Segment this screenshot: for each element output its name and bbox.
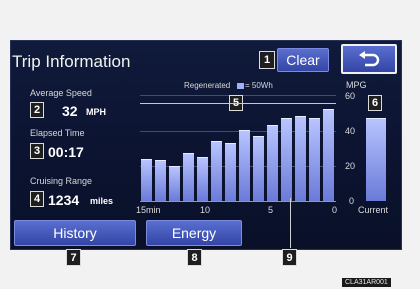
y-tick-0: 0 (349, 196, 355, 206)
legend-swatch (237, 83, 244, 89)
chart-bar (309, 117, 320, 201)
x-tick-10: 10 (200, 205, 211, 215)
chart-bar (141, 158, 152, 201)
cruising-range-label: Cruising Range (30, 176, 93, 186)
clear-button[interactable]: Clear (277, 48, 329, 72)
energy-button[interactable]: Energy (146, 220, 242, 246)
chart-bar (169, 165, 180, 201)
average-speed-label: Average Speed (30, 88, 92, 98)
current-bar-area (366, 95, 388, 202)
fuel-economy-chart (140, 95, 336, 202)
callout-marker-6: 6 (368, 95, 382, 111)
legend-unit: = 50Wh (245, 81, 273, 90)
x-tick-15min: 15min (136, 205, 161, 215)
average-speed-value: 32 (62, 103, 78, 119)
legend-regenerated: Regenerated (184, 81, 231, 90)
cruising-range-unit: miles (90, 196, 114, 206)
y-tick-20: 20 (345, 161, 356, 171)
chart-bar (281, 117, 292, 201)
callout-line-5 (140, 103, 336, 108)
gridline-40 (140, 130, 336, 132)
callout-marker-3: 3 (30, 143, 44, 159)
chart-bar (295, 116, 306, 201)
elapsed-time-value: 00:17 (48, 144, 84, 160)
callout-line-9 (290, 198, 291, 248)
chart-bar (183, 153, 194, 201)
cruising-range-value: 1234 (48, 192, 80, 208)
chart-bar (225, 142, 236, 201)
callout-marker-8: 8 (187, 249, 202, 266)
chart-bar (197, 156, 208, 201)
y-tick-40: 40 (345, 126, 356, 136)
average-speed-unit: MPH (86, 107, 106, 117)
current-label: Current (358, 205, 389, 215)
chart-bar (211, 140, 222, 201)
callout-marker-2: 2 (30, 102, 44, 118)
y-unit-label: MPG (346, 80, 367, 90)
chart-bar (253, 135, 264, 201)
chart-bar (239, 130, 250, 201)
callout-marker-1: 1 (259, 51, 275, 69)
figure-code: CLA31AR001 (342, 278, 391, 287)
callout-marker-9: 9 (282, 249, 297, 266)
callout-marker-7: 7 (66, 249, 81, 266)
page-title: Trip Information (12, 52, 131, 71)
callout-marker-4: 4 (30, 191, 44, 207)
current-bar (366, 117, 386, 201)
chart-bar (323, 109, 334, 201)
back-button[interactable] (341, 44, 397, 74)
history-button[interactable]: History (14, 220, 136, 246)
chart-bar (267, 125, 278, 201)
x-tick-0: 0 (332, 205, 338, 215)
elapsed-time-label: Elapsed Time (30, 128, 85, 138)
chart-bar (155, 160, 166, 201)
x-tick-5: 5 (268, 205, 274, 215)
y-tick-60: 60 (345, 91, 356, 101)
gridline-0 (140, 201, 336, 202)
back-arrow-icon (359, 51, 380, 67)
